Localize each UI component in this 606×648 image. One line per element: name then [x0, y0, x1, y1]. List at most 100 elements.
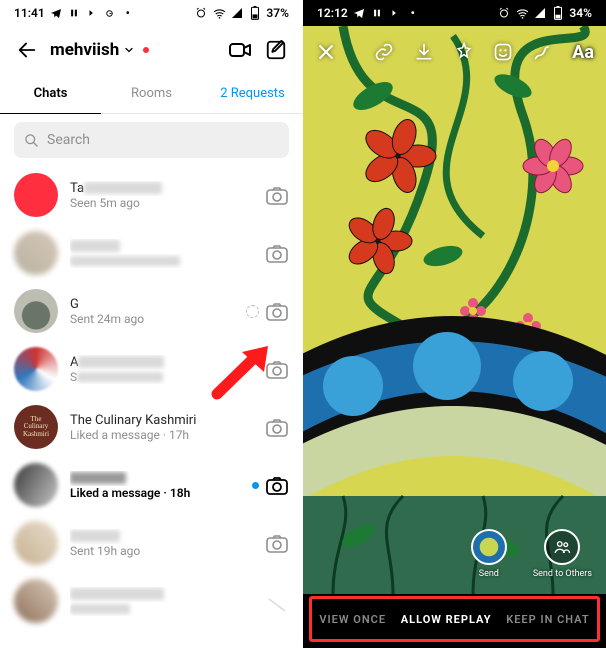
tab-requests[interactable]: 2 Requests: [202, 74, 303, 113]
avatar[interactable]: [14, 579, 58, 623]
chat-row[interactable]: Ta Seen 5m ago: [0, 166, 303, 224]
camera-icon[interactable]: [265, 357, 289, 381]
chat-subtitle: Liked a message · 17h: [70, 428, 253, 442]
chat-row[interactable]: [0, 224, 303, 282]
search-icon: [24, 133, 39, 148]
camera-icon[interactable]: [265, 299, 289, 323]
video-call-button[interactable]: [227, 37, 253, 63]
chat-subtitle: Sent 24m ago: [70, 312, 234, 326]
send-label: Send: [479, 569, 499, 579]
chat-name: Ta: [70, 181, 253, 196]
tab-requests-label: 2 Requests: [220, 86, 285, 101]
chat-name: A: [70, 355, 253, 370]
chat-name: [70, 529, 253, 544]
draw-button[interactable]: [532, 41, 554, 63]
telegram-icon: [49, 6, 63, 20]
camera-icon[interactable]: [265, 531, 289, 555]
battery-icon: [551, 6, 565, 20]
chat-row[interactable]: TheCulinaryKashmiri The Culinary Kashmir…: [0, 398, 303, 456]
wifi-icon: [212, 6, 226, 20]
mode-view-once[interactable]: VIEW ONCE: [319, 613, 386, 626]
status-bar: 12:12 • 34%: [303, 0, 606, 26]
dot-icon: •: [121, 6, 135, 20]
chat-subtitle: S: [70, 370, 253, 384]
avatar[interactable]: [14, 521, 58, 565]
chat-row[interactable]: G Sent 24m ago: [0, 282, 303, 340]
replay-modes-bar: VIEW ONCE ALLOW REPLAY KEEP IN CHAT: [309, 596, 600, 642]
dm-inbox-screen: 11:41 • 37% mehviish: [0, 0, 303, 648]
search-input[interactable]: Search: [14, 122, 289, 158]
account-switcher[interactable]: mehviish: [50, 40, 149, 60]
mode-keep-in-chat-label: KEEP IN CHAT: [506, 613, 589, 626]
chat-row[interactable]: [0, 572, 303, 630]
mode-view-once-label: VIEW ONCE: [319, 613, 386, 626]
status-time: 11:41: [14, 6, 45, 20]
pause-icon: [370, 6, 384, 20]
sending-indicator-icon: [246, 305, 259, 318]
status-bar: 11:41 • 37%: [0, 0, 303, 26]
close-button[interactable]: [315, 41, 337, 63]
camera-icon[interactable]: [265, 241, 289, 265]
chat-subtitle: Sent 19h ago: [70, 544, 253, 558]
link-button[interactable]: [373, 41, 395, 63]
sticker-button[interactable]: [492, 41, 514, 63]
chat-name: [70, 239, 253, 254]
send-others-label: Send to Others: [533, 569, 592, 579]
text-button-label: Aa: [572, 42, 594, 63]
mode-allow-replay[interactable]: ALLOW REPLAY: [401, 613, 492, 626]
avatar[interactable]: [14, 463, 58, 507]
mode-keep-in-chat[interactable]: KEEP IN CHAT: [506, 613, 589, 626]
story-send-bar: Send Send to Others: [303, 524, 606, 584]
signal-icon: [230, 6, 244, 20]
effects-button[interactable]: [453, 41, 475, 63]
alarm-icon: [497, 6, 511, 20]
forward-icon: [85, 6, 99, 20]
unread-dot: [252, 482, 259, 489]
tab-rooms[interactable]: Rooms: [101, 74, 202, 113]
chat-subtitle: Seen 5m ago: [70, 196, 253, 210]
avatar[interactable]: [14, 173, 58, 217]
avatar[interactable]: [14, 231, 58, 275]
avatar[interactable]: [14, 289, 58, 333]
send-to-others-button[interactable]: Send to Others: [533, 529, 592, 579]
username-label: mehviish: [50, 40, 119, 60]
chat-row[interactable]: Liked a message · 18h: [0, 456, 303, 514]
status-battery-pct: 34%: [569, 6, 592, 20]
telegram-icon: [352, 6, 366, 20]
status-time: 12:12: [317, 6, 348, 20]
chat-list[interactable]: Ta Seen 5m ago G Sent 24m ago: [0, 166, 303, 630]
chat-row[interactable]: Sent 19h ago: [0, 514, 303, 572]
chat-row[interactable]: A S: [0, 340, 303, 398]
avatar[interactable]: [14, 347, 58, 391]
loop-icon: [103, 6, 117, 20]
text-button[interactable]: Aa: [572, 41, 594, 63]
inbox-tabs: Chats Rooms 2 Requests: [0, 74, 303, 114]
compose-button[interactable]: [263, 37, 289, 63]
story-media: [303, 26, 606, 594]
battery-icon: [248, 6, 262, 20]
search-placeholder: Search: [47, 132, 90, 148]
camera-icon[interactable]: [265, 415, 289, 439]
camera-icon[interactable]: [265, 183, 289, 207]
chat-subtitle: Liked a message · 18h: [70, 486, 240, 500]
tab-chats[interactable]: Chats: [0, 74, 101, 113]
chat-subtitle: [70, 602, 253, 616]
send-button[interactable]: Send: [471, 529, 507, 579]
dot-icon: •: [406, 6, 420, 20]
back-button[interactable]: [14, 37, 40, 63]
chevron-down-icon: [123, 44, 135, 56]
story-canvas[interactable]: Aa Send Send to Others: [303, 26, 606, 594]
tab-chats-label: Chats: [34, 86, 68, 101]
signal-icon: [533, 6, 547, 20]
chat-subtitle: [70, 254, 253, 268]
status-battery-pct: 37%: [266, 6, 289, 20]
pause-icon: [67, 6, 81, 20]
notification-dot: [143, 47, 149, 53]
avatar[interactable]: TheCulinaryKashmiri: [14, 405, 58, 449]
chat-name: [70, 471, 240, 486]
save-button[interactable]: [413, 41, 435, 63]
camera-icon[interactable]: [265, 473, 289, 497]
camera-icon[interactable]: [265, 589, 289, 613]
chat-name: The Culinary Kashmiri: [70, 413, 253, 428]
story-camera-screen: 12:12 • 34%: [303, 0, 606, 648]
